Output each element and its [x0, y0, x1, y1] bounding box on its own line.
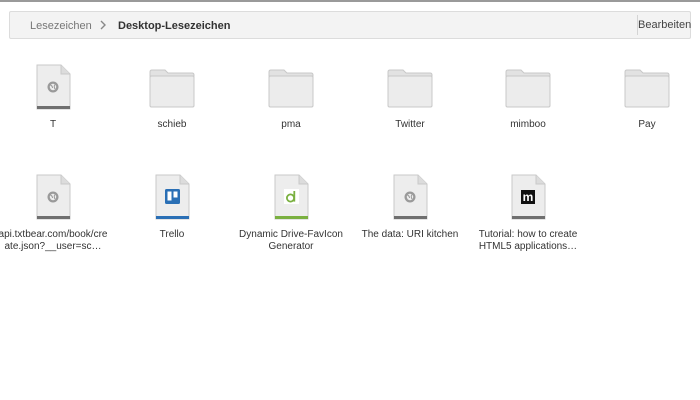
folder-icon — [387, 69, 433, 108]
folder-icon — [505, 69, 551, 108]
folder-icon — [149, 69, 195, 108]
window-top-edge — [0, 0, 700, 2]
globe-page-icon — [36, 174, 71, 220]
bookmark-item[interactable]: T — [0, 62, 112, 131]
folder-item[interactable]: Pay — [588, 62, 700, 131]
folder-item[interactable]: mimboo — [469, 62, 587, 131]
breadcrumb-current: Desktop-Lesezeichen — [118, 20, 231, 32]
bookmark-label: T — [49, 119, 57, 130]
bookmark-label: Trello — [159, 229, 185, 240]
bookmark-label: Tutorial: how to create HTML5 applicatio… — [478, 229, 578, 252]
folder-label: Pay — [638, 119, 656, 130]
bookmark-label: api.txtbear.com/book/create.json?__user=… — [0, 229, 108, 252]
bookmark-item[interactable]: m Tutorial: how to create HTML5 applicat… — [469, 172, 587, 253]
bookmark-item[interactable]: api.txtbear.com/book/create.json?__user=… — [0, 172, 112, 253]
folder-label: pma — [281, 119, 301, 130]
edit-button[interactable]: Bearbeiten — [638, 12, 691, 38]
folder-label: mimboo — [510, 119, 546, 130]
folder-icon — [268, 69, 314, 108]
breadcrumb-root[interactable]: Lesezeichen — [30, 20, 92, 32]
folder-item[interactable]: Twitter — [351, 62, 469, 131]
folder-item[interactable]: pma — [232, 62, 350, 131]
m-page-icon: m — [511, 174, 546, 220]
globe-page-icon — [36, 64, 71, 110]
globe-page-icon — [393, 174, 428, 220]
folder-icon — [624, 69, 670, 108]
dynamicdrive-page-icon — [274, 174, 309, 220]
bookmark-item[interactable]: Trello — [113, 172, 231, 241]
bookmark-item[interactable]: Dynamic Drive-FavIcon Generator — [232, 172, 350, 253]
toolbar: Lesezeichen Desktop-Lesezeichen Bearbeit… — [9, 11, 691, 39]
folder-label: schieb — [157, 119, 187, 130]
bookmark-item[interactable]: The data: URI kitchen — [351, 172, 469, 241]
folder-item[interactable]: schieb — [113, 62, 231, 131]
chevron-right-icon — [100, 20, 106, 30]
trello-page-icon — [155, 174, 190, 220]
bookmark-label: Dynamic Drive-FavIcon Generator — [239, 229, 343, 252]
svg-text:m: m — [523, 190, 534, 204]
bookmark-label: The data: URI kitchen — [361, 229, 459, 240]
folder-label: Twitter — [395, 119, 425, 130]
